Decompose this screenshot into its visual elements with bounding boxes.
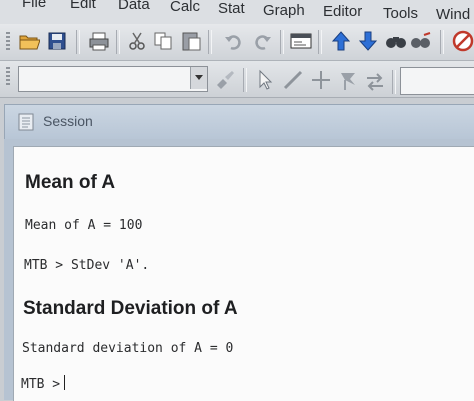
command-combo[interactable]	[18, 66, 208, 92]
toolbar-field[interactable]	[400, 67, 474, 95]
toolbar-separator	[116, 30, 120, 54]
session-icon	[17, 113, 35, 131]
command-prompt[interactable]: MTB >	[21, 375, 66, 392]
toolbar-separator	[76, 30, 80, 54]
replace-icon[interactable]	[410, 30, 432, 52]
menu-edit[interactable]: Edit	[70, 0, 96, 12]
save-icon[interactable]	[46, 30, 68, 52]
session-output[interactable]: Mean of A Mean of A = 100 MTB > StDev 'A…	[13, 146, 474, 401]
swap-icon[interactable]	[364, 71, 386, 93]
prompt-text: MTB >	[21, 377, 61, 392]
line-icon[interactable]	[282, 69, 304, 91]
toolbar-grip[interactable]	[6, 32, 10, 52]
toolbar-separator	[440, 30, 444, 54]
open-icon[interactable]	[18, 30, 40, 52]
flag-icon[interactable]	[337, 70, 359, 92]
stdev-result: Standard deviation of A = 0	[22, 341, 234, 356]
arrow-down-icon[interactable]	[357, 30, 379, 52]
toolbar-separator	[243, 68, 247, 92]
paste-icon[interactable]	[180, 30, 202, 52]
menu-bar: File Edit Data Calc Stat Graph Editor To…	[0, 0, 474, 25]
mean-heading: Mean of A	[25, 172, 116, 193]
session-title: Session	[43, 113, 93, 129]
toolbar-separator	[318, 30, 322, 54]
find-icon[interactable]	[385, 30, 407, 52]
crosshair-icon[interactable]	[310, 69, 332, 91]
menu-window[interactable]: Wind	[436, 6, 470, 23]
undo-icon[interactable]	[222, 30, 244, 52]
menu-calc[interactable]: Calc	[170, 0, 200, 15]
chevron-down-icon[interactable]	[190, 67, 207, 89]
print-icon[interactable]	[88, 30, 110, 52]
toolbar-separator	[392, 70, 396, 94]
menu-tools[interactable]: Tools	[383, 5, 418, 22]
menu-graph[interactable]: Graph	[263, 2, 305, 19]
menu-file[interactable]: File	[22, 0, 46, 11]
toolbar-separator	[208, 30, 212, 54]
menu-data[interactable]: Data	[118, 0, 150, 13]
brush-icon[interactable]	[214, 68, 236, 90]
standard-toolbar	[0, 24, 474, 61]
session-titlebar[interactable]: Session	[4, 104, 474, 140]
cancel-icon[interactable]	[452, 30, 474, 52]
menu-stat[interactable]: Stat	[218, 0, 245, 17]
session-window-icon[interactable]	[290, 30, 312, 52]
toolbar-grip[interactable]	[6, 67, 10, 87]
menu-editor[interactable]: Editor	[323, 3, 362, 20]
redo-icon[interactable]	[252, 30, 274, 52]
cut-icon[interactable]	[126, 30, 148, 52]
toolbar-separator	[280, 30, 284, 54]
arrow-up-icon[interactable]	[330, 30, 352, 52]
pointer-icon[interactable]	[255, 69, 277, 91]
text-cursor	[64, 375, 66, 390]
stdev-heading: Standard Deviation of A	[23, 298, 238, 319]
copy-icon[interactable]	[152, 30, 174, 52]
mean-result: Mean of A = 100	[25, 218, 143, 233]
stdev-command: MTB > StDev 'A'.	[24, 258, 150, 273]
